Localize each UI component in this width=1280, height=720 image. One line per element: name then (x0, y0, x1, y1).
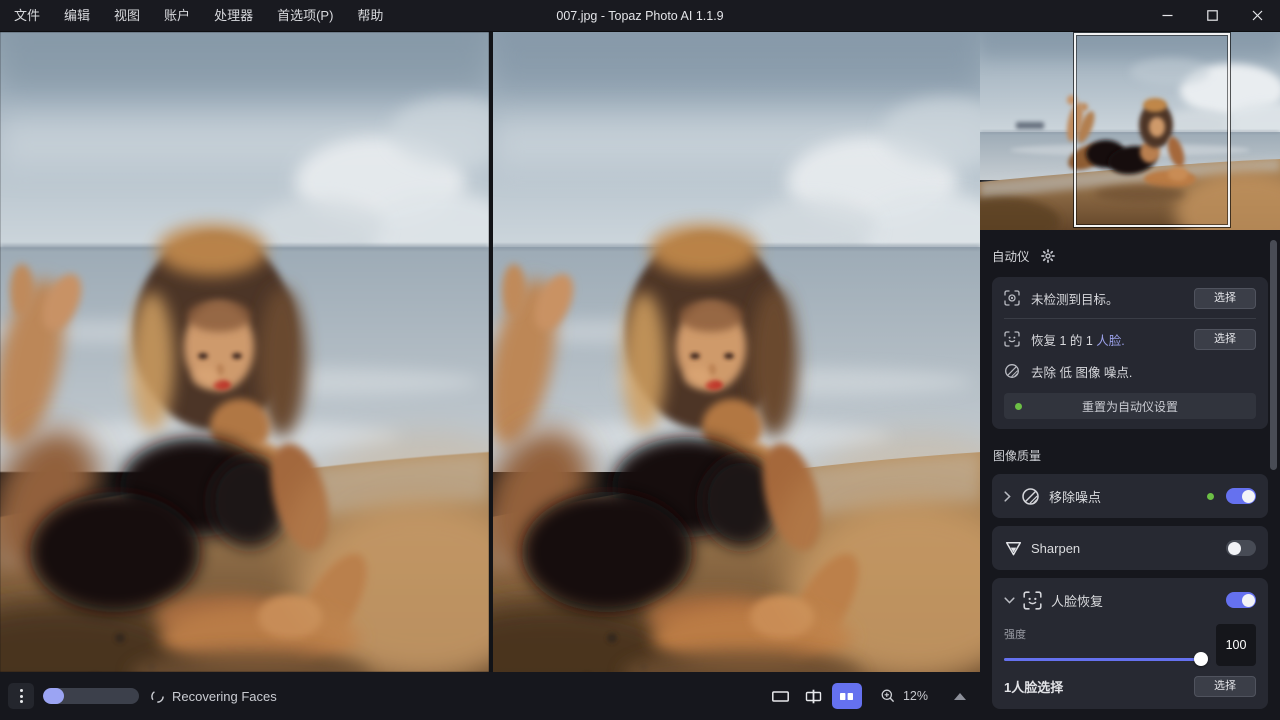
face-detect-icon (1004, 331, 1020, 347)
strength-slider-fill (1004, 658, 1204, 661)
zoom-level: 12% (903, 689, 928, 703)
face-recovery-header[interactable]: 人脸恢复 (1004, 578, 1256, 622)
menu-item-file[interactable]: 文件 (2, 0, 52, 31)
sidebar: 自动仪 (980, 32, 1280, 720)
app-window: 文件 编辑 视图 账户 处理器 首选项(P) 帮助 007.jpg - Topa… (0, 0, 1280, 720)
view-split-icon (804, 689, 823, 704)
sharpen-toggle[interactable] (1226, 540, 1256, 556)
kebab-menu-icon (20, 689, 23, 692)
divider (1004, 318, 1256, 319)
menu-item-processor[interactable]: 处理器 (202, 0, 265, 31)
menu-item-view[interactable]: 视图 (102, 0, 152, 31)
navigator-viewport-rect[interactable] (1074, 33, 1230, 227)
strength-value-box[interactable]: 100 (1216, 624, 1256, 666)
autopilot-enabled-dot (1207, 493, 1214, 500)
strength-label: 强度 (1004, 626, 1204, 642)
faces-link[interactable]: 人脸. (1096, 334, 1124, 348)
denoise-icon (1004, 363, 1020, 379)
title-bar: 文件 编辑 视图 账户 处理器 首选项(P) 帮助 007.jpg - Topa… (0, 0, 1280, 32)
navigator-thumbnail[interactable] (980, 32, 1280, 230)
face-recovery-icon (1023, 591, 1042, 610)
menu-bar: 文件 编辑 视图 账户 处理器 首选项(P) 帮助 (0, 0, 395, 31)
status-bar: Recovering Faces (0, 672, 980, 720)
remove-noise-label: 移除噪点 (1049, 487, 1101, 506)
spinner-icon (150, 689, 165, 704)
faces-selected-text: 1人脸选择 (1004, 677, 1063, 696)
faces-select-button[interactable]: 选择 (1194, 676, 1256, 697)
menu-item-account[interactable]: 账户 (152, 0, 202, 31)
view-side-by-side-icon (837, 689, 856, 704)
gear-icon[interactable] (1041, 249, 1055, 263)
face-select-button[interactable]: 选择 (1194, 329, 1256, 350)
close-button[interactable] (1235, 0, 1280, 31)
before-image[interactable] (0, 32, 489, 672)
sharpen-icon (1005, 541, 1022, 556)
face-recovery-toggle[interactable] (1226, 592, 1256, 608)
autopilot-subject-row: 未检测到目标。 选择 (1004, 287, 1256, 309)
close-icon (1252, 10, 1263, 21)
autopilot-title: 自动仪 (992, 246, 1030, 265)
zoom-in-icon (880, 688, 896, 704)
comparison-view (0, 32, 980, 672)
view-single-icon (771, 689, 790, 704)
settings-panel: 自动仪 (980, 230, 1280, 717)
menu-item-preferences[interactable]: 首选项(P) (265, 0, 345, 31)
after-image[interactable] (493, 32, 980, 672)
remove-noise-header[interactable]: 移除噪点 (1004, 474, 1256, 518)
window-title: 007.jpg - Topaz Photo AI 1.1.9 (556, 9, 723, 23)
strength-slider[interactable] (1004, 652, 1204, 666)
no-subject-text: 未检测到目标。 (1031, 289, 1119, 308)
minimize-icon (1162, 10, 1173, 21)
sharpen-label: Sharpen (1031, 541, 1080, 556)
sharpen-header[interactable]: Sharpen (1004, 526, 1256, 570)
image-quality-section-title: 图像质量 (993, 447, 1268, 464)
view-split-button[interactable] (799, 683, 829, 709)
face-recovery-label: 人脸恢复 (1051, 591, 1103, 610)
chevron-down-icon[interactable] (1004, 597, 1015, 604)
menu-item-edit[interactable]: 编辑 (52, 0, 102, 31)
minimize-button[interactable] (1145, 0, 1190, 31)
zoom-menu-icon[interactable] (954, 693, 966, 700)
strength-slider-knob[interactable] (1194, 652, 1208, 666)
chevron-right-icon[interactable] (1004, 491, 1011, 502)
view-mode-group (766, 683, 862, 709)
autopilot-card: 未检测到目标。 选择 (992, 277, 1268, 429)
progress-bar (43, 688, 139, 704)
maximize-icon (1207, 10, 1218, 21)
reset-autopilot-button[interactable]: 重置为自动仪设置 (1004, 393, 1256, 419)
denoise-icon (1021, 487, 1040, 506)
progress-status-text: Recovering Faces (172, 689, 277, 704)
filter-card-remove-noise: 移除噪点 (992, 474, 1268, 518)
autopilot-face-row: 恢复 1 的 1 人脸. 选择 (1004, 328, 1256, 350)
filter-card-face-recovery: 人脸恢复 强度 (992, 578, 1268, 709)
menu-item-help[interactable]: 帮助 (345, 0, 395, 31)
progress-fill (43, 688, 64, 704)
view-single-button[interactable] (766, 683, 796, 709)
subject-detect-icon (1004, 290, 1020, 306)
maximize-button[interactable] (1190, 0, 1235, 31)
autopilot-status-dot (1015, 403, 1022, 410)
zoom-control[interactable]: 12% (880, 688, 966, 704)
subject-select-button[interactable]: 选择 (1194, 288, 1256, 309)
more-options-button[interactable] (8, 683, 34, 709)
filter-card-sharpen: Sharpen (992, 526, 1268, 570)
autopilot-noise-row: 去除 低 图像 噪点. (1004, 360, 1256, 382)
noise-removal-text: 去除 低 图像 噪点. (1031, 362, 1132, 381)
window-controls (1145, 0, 1280, 31)
remove-noise-toggle[interactable] (1226, 488, 1256, 504)
sidebar-scrollbar[interactable] (1270, 240, 1277, 470)
view-side-by-side-button[interactable] (832, 683, 862, 709)
face-recovery-text: 恢复 1 的 1 人脸. (1031, 330, 1125, 349)
face-recovery-body: 强度 100 1人脸选择 选择 (1004, 622, 1256, 709)
